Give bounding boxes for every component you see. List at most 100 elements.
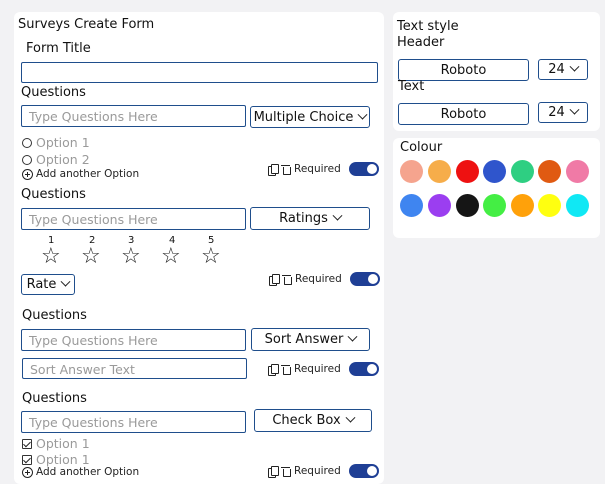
option-label: Option 1 <box>36 436 90 451</box>
question-type-value: Check Box <box>272 413 341 428</box>
short-answer-placeholder: Sort Answer Text <box>30 362 135 377</box>
question-label: Questions <box>21 187 86 202</box>
question-placeholder: Type Questions Here <box>29 333 158 348</box>
rate-select[interactable]: Rate <box>21 274 75 295</box>
question-type-select[interactable]: Sort Answer <box>251 328 370 351</box>
add-option-label: Add another Option <box>36 466 140 478</box>
question-actions: Required <box>268 464 379 478</box>
question-type-value: Sort Answer <box>264 332 344 347</box>
colour-swatch[interactable] <box>511 194 534 217</box>
colour-swatch[interactable] <box>566 194 589 217</box>
colour-swatch[interactable] <box>428 194 451 217</box>
checkbox-icon[interactable] <box>22 438 32 449</box>
header-font-select[interactable]: Roboto <box>398 59 529 81</box>
short-answer-input[interactable]: Sort Answer Text <box>22 358 247 379</box>
colour-heading: Colour <box>400 140 443 155</box>
required-toggle[interactable] <box>348 464 379 478</box>
text-font-value: Roboto <box>440 106 487 122</box>
radio-icon[interactable] <box>22 154 32 165</box>
colour-swatch[interactable] <box>428 160 451 183</box>
question-actions: Required <box>268 162 379 176</box>
star-icon[interactable]: ☆ <box>161 246 181 268</box>
question-placeholder: Type Questions Here <box>29 415 158 430</box>
chevron-down-icon <box>569 61 580 72</box>
required-toggle[interactable] <box>348 362 379 376</box>
required-label: Required <box>295 273 342 285</box>
required-label: Required <box>294 363 341 375</box>
copy-icon[interactable] <box>268 164 279 176</box>
trash-icon[interactable] <box>282 274 292 285</box>
text-style-heading: Text style <box>397 19 459 34</box>
required-toggle[interactable] <box>348 162 379 176</box>
trash-icon[interactable] <box>281 164 291 175</box>
page-title: Surveys Create Form <box>18 17 154 32</box>
add-circle-icon <box>22 168 33 180</box>
form-title-input[interactable] <box>21 62 378 83</box>
option-label: Option 1 <box>36 135 90 150</box>
copy-icon[interactable] <box>268 364 279 376</box>
colour-swatch[interactable] <box>456 194 479 217</box>
option-item[interactable]: Option 1 <box>22 452 90 467</box>
text-size-select[interactable]: 24 <box>538 102 588 123</box>
colour-swatch[interactable] <box>483 160 506 183</box>
header-size-select[interactable]: 24 <box>538 59 588 80</box>
colour-swatch[interactable] <box>538 194 561 217</box>
rate-value: Rate <box>26 277 57 292</box>
header-size-value: 24 <box>548 62 565 77</box>
question-input[interactable]: Type Questions Here <box>21 411 246 433</box>
question-type-value: Ratings <box>279 211 328 226</box>
add-option-button[interactable]: Add another Option <box>22 466 139 478</box>
chevron-down-icon <box>347 331 358 342</box>
option-item[interactable]: Option 2 <box>22 152 90 167</box>
copy-icon[interactable] <box>269 274 280 286</box>
chevron-down-icon <box>357 109 368 120</box>
colour-swatch[interactable] <box>400 194 423 217</box>
option-label: Option 2 <box>36 152 90 167</box>
text-font-select[interactable]: Roboto <box>398 103 529 125</box>
text-label: Text <box>398 79 425 94</box>
question-input[interactable]: Type Questions Here <box>21 105 246 127</box>
question-input[interactable]: Type Questions Here <box>21 329 246 351</box>
question-type-select[interactable]: Ratings <box>250 207 370 230</box>
colour-swatch[interactable] <box>483 194 506 217</box>
question-type-select[interactable]: Check Box <box>254 409 372 432</box>
star-icon[interactable]: ☆ <box>41 246 61 268</box>
chevron-down-icon <box>569 104 580 115</box>
star-icon[interactable]: ☆ <box>201 246 221 268</box>
header-label: Header <box>397 35 445 50</box>
star-icon[interactable]: ☆ <box>121 246 141 268</box>
question-placeholder: Type Questions Here <box>29 109 158 124</box>
question-type-select[interactable]: Multiple Choice <box>250 106 370 128</box>
add-option-label: Add another Option <box>36 168 140 180</box>
star-icon[interactable]: ☆ <box>81 246 101 268</box>
page-subtitle: Create Form <box>74 17 155 32</box>
chevron-down-icon <box>332 210 343 221</box>
add-option-button[interactable]: Add another Option <box>22 168 139 180</box>
question-input[interactable]: Type Questions Here <box>21 208 246 230</box>
colour-swatch[interactable] <box>511 160 534 183</box>
required-toggle[interactable] <box>349 272 380 286</box>
question-label: Questions <box>22 391 87 406</box>
copy-icon[interactable] <box>268 466 279 478</box>
trash-icon[interactable] <box>281 466 291 477</box>
colour-swatch[interactable] <box>566 160 589 183</box>
question-actions: Required <box>269 272 380 286</box>
question-label: Questions <box>22 308 87 323</box>
add-circle-icon <box>22 466 33 478</box>
option-item[interactable]: Option 1 <box>22 436 90 451</box>
colour-swatch[interactable] <box>538 160 561 183</box>
trash-icon[interactable] <box>281 364 291 375</box>
required-label: Required <box>294 465 341 477</box>
form-title-label: Form Title <box>26 41 91 56</box>
question-placeholder: Type Questions Here <box>29 212 158 227</box>
option-label: Option 1 <box>36 452 90 467</box>
colour-swatch[interactable] <box>456 160 479 183</box>
checkbox-icon[interactable] <box>22 454 32 465</box>
chevron-down-icon <box>345 412 356 423</box>
radio-icon[interactable] <box>22 137 32 148</box>
colour-swatch[interactable] <box>400 160 423 183</box>
header-font-value: Roboto <box>440 62 487 78</box>
question-label: Questions <box>21 85 86 100</box>
option-item[interactable]: Option 1 <box>22 135 90 150</box>
question-type-value: Multiple Choice <box>253 109 354 125</box>
